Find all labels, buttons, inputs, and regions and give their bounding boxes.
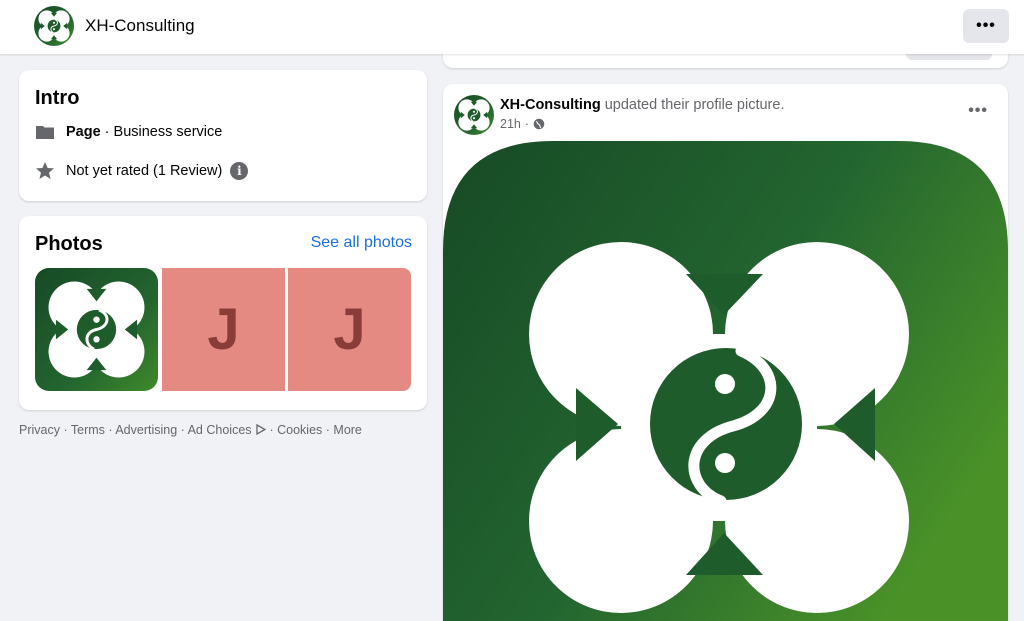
- post-card: XH-Consulting updated their profile pict…: [443, 84, 1008, 621]
- footer-link-more[interactable]: More: [333, 423, 361, 437]
- page-category-row: Page · Business service: [35, 122, 222, 142]
- post-action: updated their profile picture.: [604, 97, 785, 113]
- xh-logo-icon[interactable]: [454, 95, 494, 135]
- photos-card: Photos See all photos J J: [19, 216, 427, 410]
- footer-link-terms[interactable]: Terms: [71, 423, 105, 437]
- rating-text: Not yet rated (1 Review): [66, 163, 223, 179]
- star-icon: [36, 162, 54, 179]
- footer-link-privacy[interactable]: Privacy: [19, 423, 60, 437]
- see-all-photos-link[interactable]: See all photos: [311, 234, 412, 252]
- photos-title: Photos: [35, 233, 103, 255]
- info-icon[interactable]: i: [230, 162, 249, 180]
- meta-separator: ·: [524, 117, 530, 131]
- photo-thumbnail-j[interactable]: J: [288, 268, 411, 391]
- ad-choices-icon: [256, 423, 267, 436]
- xh-logo-icon[interactable]: [34, 6, 74, 46]
- more-options-button[interactable]: •••: [963, 9, 1009, 43]
- footer-links: Privacy · Terms · Advertising · Ad Choic…: [19, 423, 362, 437]
- photo-thumbnail-j[interactable]: J: [162, 268, 285, 391]
- footer-link-advertising[interactable]: Advertising: [115, 423, 177, 437]
- j-letter: J: [207, 297, 240, 362]
- footer-link-cookies[interactable]: Cookies: [277, 423, 322, 437]
- post-more-options[interactable]: •••: [968, 102, 988, 120]
- page-name[interactable]: XH-Consulting: [85, 16, 195, 36]
- business-category: · Business service: [104, 124, 223, 140]
- intro-card: Intro Page · Business service Not yet ra…: [19, 70, 427, 201]
- j-letter: J: [333, 297, 366, 362]
- intro-title: Intro: [35, 87, 80, 109]
- post-author[interactable]: XH-Consulting: [500, 97, 601, 113]
- page-header: XH-Consulting •••: [0, 0, 1024, 54]
- page-label: Page: [66, 124, 101, 140]
- post-meta: 21h ·: [500, 117, 545, 131]
- post-time[interactable]: 21h: [500, 117, 521, 131]
- photo-thumbnail-logo[interactable]: [35, 268, 158, 391]
- rating-row: Not yet rated (1 Review) i: [35, 161, 249, 181]
- footer-link-ad-choices[interactable]: Ad Choices: [188, 423, 252, 437]
- post-header: XH-Consulting updated their profile pict…: [500, 97, 784, 113]
- globe-icon: [533, 118, 545, 130]
- xh-logo-icon: [35, 268, 158, 391]
- profile-picture-image[interactable]: [443, 141, 1008, 621]
- page-flag-icon: [36, 126, 54, 139]
